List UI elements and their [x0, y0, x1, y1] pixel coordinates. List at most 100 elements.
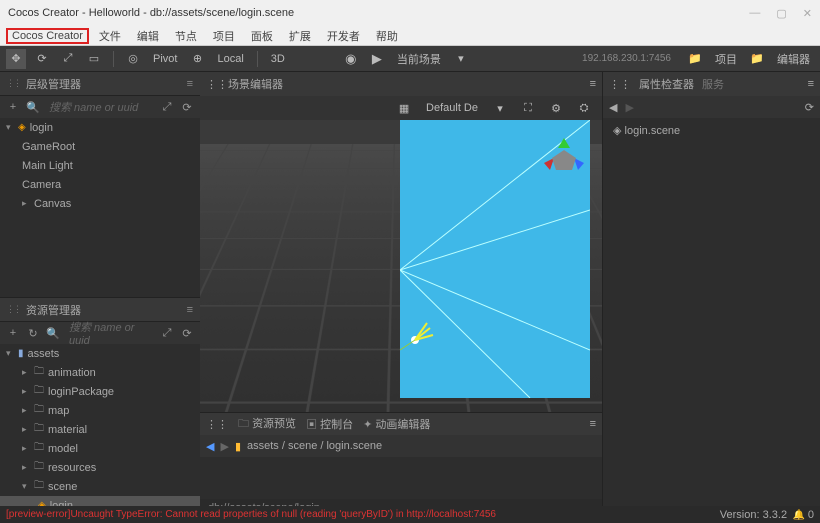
menu-panel[interactable]: 面板 — [245, 28, 279, 44]
expand-icon[interactable]: ⤢ — [159, 327, 175, 340]
refresh-icon[interactable]: ⟳ — [179, 327, 195, 340]
breadcrumb: ◀ ▶ ▮ assets / scene / login.scene — [200, 435, 602, 457]
local-icon[interactable]: ⊕ — [187, 49, 207, 69]
maximize-button[interactable]: ▢ — [776, 7, 786, 20]
menu-help[interactable]: 帮助 — [370, 28, 404, 44]
tab-services[interactable]: 服务 — [702, 76, 724, 92]
add-icon[interactable]: + — [5, 101, 21, 113]
lock-icon[interactable]: ⟳ — [805, 101, 814, 114]
error-text[interactable]: [preview-error]Uncaught TypeError: Canno… — [6, 509, 496, 520]
breadcrumb-path[interactable]: assets / scene / login.scene — [247, 440, 382, 452]
folder-scene[interactable]: ▾🗀scene — [0, 477, 200, 496]
hierarchy-title: 层级管理器 — [26, 76, 81, 92]
folder-loginpackage[interactable]: ▸🗀loginPackage — [0, 382, 200, 401]
assets-root[interactable]: ▾▮assets — [0, 344, 200, 363]
assets-search[interactable]: 搜索 name or uuid — [65, 319, 155, 347]
particle-gizmo[interactable] — [395, 320, 435, 360]
drag-icon[interactable]: ⋮⋮ — [6, 304, 20, 315]
preview-icon[interactable]: ◉ — [341, 49, 361, 69]
refresh-icon[interactable]: ⟳ — [179, 101, 195, 114]
editor-label[interactable]: 编辑器 — [773, 51, 814, 67]
node-camera[interactable]: Camera — [0, 175, 200, 194]
menu-extension[interactable]: 扩展 — [283, 28, 317, 44]
fwd-icon[interactable]: ▶ — [220, 440, 228, 453]
add-icon[interactable]: + — [5, 327, 21, 339]
pivot-icon[interactable]: ◎ — [123, 49, 143, 69]
hierarchy-panel: ⋮⋮ 层级管理器 ≡ + 🔍 搜索 name or uuid ⤢ ⟳ ▾◈log… — [0, 72, 200, 297]
fwd-icon[interactable]: ▶ — [625, 101, 633, 114]
viewport[interactable] — [200, 120, 602, 412]
drag-icon[interactable]: ⋮⋮ — [206, 418, 228, 431]
more-icon[interactable]: ≡ — [187, 304, 194, 316]
folder-resources[interactable]: ▸🗀resources — [0, 458, 200, 477]
inspector-panel: ⋮⋮ 属性检查器 服务 ≡ ◀ ▶ ⟳ ◈ login.scene — [602, 72, 820, 517]
drag-icon[interactable]: ⋮⋮ — [609, 78, 631, 91]
app-name[interactable]: Cocos Creator — [6, 28, 89, 44]
close-button[interactable]: ✕ — [803, 7, 812, 20]
axis-gizmo[interactable] — [534, 128, 594, 188]
bottom-panel: ⋮⋮ 🗀 资源预览 ▣ 控制台 ✦ 动画编辑器 ≡ ◀ ▶ ▮ assets /… — [200, 412, 602, 517]
move-tool-icon[interactable]: ✥ — [6, 49, 26, 69]
node-canvas[interactable]: ▸Canvas — [0, 194, 200, 213]
more-icon[interactable]: ≡ — [187, 78, 194, 90]
back-icon[interactable]: ◀ — [609, 101, 617, 114]
chevron-down-icon[interactable]: ▾ — [451, 49, 471, 69]
menu-edit[interactable]: 编辑 — [131, 28, 165, 44]
more-icon[interactable]: ≡ — [808, 78, 814, 90]
menu-dev[interactable]: 开发者 — [321, 28, 366, 44]
play-icon[interactable]: ▶ — [367, 49, 387, 69]
gear-icon[interactable]: ⚙ — [546, 98, 566, 118]
menu-file[interactable]: 文件 — [93, 28, 127, 44]
scale-tool-icon[interactable]: ⤢ — [58, 49, 78, 69]
projects-label[interactable]: 项目 — [711, 51, 741, 67]
camera-dropdown[interactable]: Default De — [422, 102, 482, 114]
fire-icon: ◈ — [613, 125, 625, 137]
expand-icon[interactable]: ⤢ — [159, 101, 175, 114]
minimize-button[interactable]: — — [749, 7, 760, 20]
node-mainlight[interactable]: Main Light — [0, 156, 200, 175]
scene-tag[interactable]: 当前场景 — [393, 51, 445, 67]
local-label[interactable]: Local — [213, 53, 247, 65]
folder-model[interactable]: ▸🗀model — [0, 439, 200, 458]
mode-3d[interactable]: 3D — [267, 53, 289, 65]
toolbar: ✥ ⟳ ⤢ ▭ ◎ Pivot ⊕ Local 3D ◉ ▶ 当前场景 ▾ 19… — [0, 46, 820, 72]
more-icon[interactable]: ≡ — [590, 418, 596, 430]
drag-icon[interactable]: ⋮⋮ — [206, 78, 228, 91]
sort-icon[interactable]: ↻ — [25, 327, 41, 340]
folder-map[interactable]: ▸🗀map — [0, 401, 200, 420]
tab-console[interactable]: ▣ 控制台 — [306, 416, 353, 432]
folder-icon[interactable]: 📁 — [685, 49, 705, 69]
folder-material[interactable]: ▸🗀material — [0, 420, 200, 439]
search-icon[interactable]: 🔍 — [25, 101, 41, 114]
assets-title: 资源管理器 — [26, 302, 81, 318]
search-icon[interactable]: 🔍 — [45, 327, 61, 340]
chevron-down-icon[interactable]: ▾ — [490, 98, 510, 118]
hierarchy-search[interactable]: 搜索 name or uuid — [45, 99, 155, 115]
tab-animation[interactable]: ✦ 动画编辑器 — [363, 416, 430, 432]
more-icon[interactable]: ≡ — [590, 78, 596, 90]
drag-icon[interactable]: ⋮⋮ — [6, 78, 20, 89]
asset-preview — [200, 457, 602, 499]
align-icon[interactable]: ▦ — [394, 98, 414, 118]
folder-icon[interactable]: 📁 — [747, 49, 767, 69]
version-label: Version: 3.3.2 🔔 0 — [720, 509, 814, 521]
scene-tools: ▦ Default De ▾ ⛶ ⚙ ⛭ — [200, 96, 602, 120]
folder-animation[interactable]: ▸🗀animation — [0, 363, 200, 382]
node-gameroot[interactable]: GameRoot — [0, 137, 200, 156]
gear2-icon[interactable]: ⛭ — [574, 98, 594, 118]
menu-project[interactable]: 项目 — [207, 28, 241, 44]
scene-root[interactable]: ▾◈login — [0, 118, 200, 137]
tab-inspector[interactable]: 属性检查器 — [639, 76, 694, 92]
back-icon[interactable]: ◀ — [206, 440, 214, 453]
ip-address[interactable]: 192.168.230.1:7456 — [582, 53, 671, 64]
pivot-label[interactable]: Pivot — [149, 53, 181, 65]
window-titlebar: Cocos Creator - Helloworld - db://assets… — [0, 0, 820, 26]
light-icon[interactable]: ⛶ — [518, 98, 538, 118]
rect-tool-icon[interactable]: ▭ — [84, 49, 104, 69]
menubar: Cocos Creator 文件 编辑 节点 项目 面板 扩展 开发者 帮助 — [0, 26, 820, 46]
assets-panel: ⋮⋮ 资源管理器 ≡ + ↻ 🔍 搜索 name or uuid ⤢ ⟳ ▾▮a… — [0, 297, 200, 517]
tab-assets-preview[interactable]: 🗀 资源预览 — [238, 415, 296, 434]
status-bar: [preview-error]Uncaught TypeError: Canno… — [0, 506, 820, 523]
menu-node[interactable]: 节点 — [169, 28, 203, 44]
rotate-tool-icon[interactable]: ⟳ — [32, 49, 52, 69]
